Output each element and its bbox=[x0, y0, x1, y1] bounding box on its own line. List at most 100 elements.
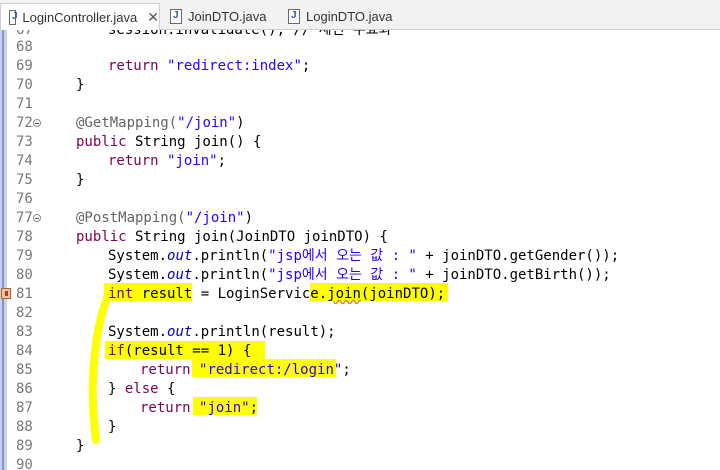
string-literal: "jsp에서 오는 값 : " bbox=[268, 267, 417, 283]
line-number: 82 bbox=[16, 305, 33, 321]
line-number: 79 bbox=[16, 248, 33, 264]
close-icon[interactable]: ✕ bbox=[147, 9, 159, 26]
tab-label: LoginController.java bbox=[22, 9, 138, 25]
code-text: } bbox=[76, 172, 85, 188]
code-token: { bbox=[158, 381, 176, 397]
code-line: 83 System.out.println(result); bbox=[0, 323, 720, 342]
annotation: @PostMapping( bbox=[76, 210, 186, 226]
code-token: ; bbox=[342, 362, 351, 378]
code-text: System.out.println(result); bbox=[108, 323, 336, 342]
code-text: return "redirect:index"; bbox=[108, 57, 310, 76]
code-text: } bbox=[76, 438, 85, 454]
code-token: result = LoginService. bbox=[133, 286, 328, 302]
tab-join-dto[interactable]: JoinDTO.java bbox=[162, 3, 280, 30]
line-number: 84 bbox=[16, 343, 33, 359]
code-token: System. bbox=[108, 267, 168, 283]
line-number: 76 bbox=[16, 191, 33, 207]
code-line: 80 System.out.println("jsp에서 오는 값 : " + … bbox=[0, 266, 720, 285]
static-field: out bbox=[167, 248, 193, 264]
fold-toggle-icon[interactable] bbox=[33, 119, 41, 127]
line-number: 78 bbox=[16, 229, 33, 245]
line-number: 69 bbox=[16, 58, 33, 74]
code-token: ) bbox=[236, 115, 245, 131]
code-line: 85 return "redirect:/login"; bbox=[0, 361, 720, 380]
string-literal: "join" bbox=[167, 153, 218, 169]
code-token: + joinDTO.getGender()); bbox=[416, 248, 620, 264]
code-text: } else { bbox=[108, 380, 175, 399]
keyword: public bbox=[76, 229, 127, 245]
code-line: 72 @GetMapping("/join") bbox=[0, 114, 720, 133]
code-text: System.out.println("jsp에서 오는 값 : " + joi… bbox=[108, 247, 619, 266]
code-line: 90 bbox=[0, 456, 720, 470]
code-token: System. bbox=[108, 248, 168, 264]
code-line: 74 return "join"; bbox=[0, 152, 720, 171]
string-literal: "/join" bbox=[185, 210, 245, 226]
keyword: return bbox=[140, 400, 191, 416]
code-text: public String join(JoinDTO joinDTO) { bbox=[76, 228, 388, 247]
editor-tab-bar: LoginController.java ✕ JoinDTO.java Logi… bbox=[0, 0, 720, 30]
line-number: 68 bbox=[16, 39, 33, 55]
code-line: 75 } bbox=[0, 171, 720, 190]
keyword: return bbox=[108, 153, 159, 169]
tab-login-dto[interactable]: LoginDTO.java bbox=[280, 3, 410, 30]
code-line: 79 System.out.println("jsp에서 오는 값 : " + … bbox=[0, 247, 720, 266]
code-token: String join(JoinDTO joinDTO) { bbox=[126, 229, 388, 245]
code-token: String join() { bbox=[126, 134, 262, 150]
static-field: out bbox=[167, 324, 193, 340]
code-token: + joinDTO.getBirth()); bbox=[416, 267, 611, 283]
code-line: 89 } bbox=[0, 437, 720, 456]
code-line: 69 return "redirect:index"; bbox=[0, 57, 720, 76]
code-token: } bbox=[108, 381, 125, 397]
code-text: return "join"; bbox=[140, 399, 258, 418]
code-token: ; bbox=[301, 58, 311, 74]
code-line: 86 } else { bbox=[0, 380, 720, 399]
code-token: (result == 1) { bbox=[124, 343, 252, 359]
fold-toggle-icon[interactable] bbox=[33, 214, 41, 222]
keyword: else bbox=[124, 381, 159, 397]
keyword: return bbox=[108, 58, 159, 74]
line-number: 89 bbox=[16, 438, 33, 454]
line-number: 83 bbox=[16, 324, 33, 340]
keyword: int bbox=[108, 286, 134, 302]
line-number: 73 bbox=[16, 134, 33, 150]
code-line: 87 return "join"; bbox=[0, 399, 720, 418]
code-text: } bbox=[108, 419, 117, 435]
java-file-icon bbox=[288, 9, 300, 24]
code-line: 70 } bbox=[0, 76, 720, 95]
code-text: int result = LoginService.join(joinDTO); bbox=[108, 285, 445, 304]
line-number: 85 bbox=[16, 362, 33, 378]
code-text: } bbox=[76, 77, 85, 93]
string-literal: "redirect:/login" bbox=[199, 362, 343, 378]
code-line: 77 @PostMapping("/join") bbox=[0, 209, 720, 228]
code-text: public String join() { bbox=[76, 133, 261, 152]
code-token: (joinDTO); bbox=[360, 286, 446, 302]
keyword: return bbox=[140, 362, 191, 378]
string-literal: "/join" bbox=[177, 115, 237, 131]
code-line: 81 int result = LoginService.join(joinDT… bbox=[0, 285, 720, 304]
line-number: 74 bbox=[16, 153, 33, 169]
code-token: ; bbox=[249, 400, 259, 416]
java-file-icon bbox=[9, 9, 18, 25]
keyword: if bbox=[108, 343, 125, 359]
code-token: ; bbox=[217, 153, 227, 169]
code-text: return "join"; bbox=[108, 152, 226, 171]
code-text: @PostMapping("/join") bbox=[76, 209, 253, 228]
tab-login-controller[interactable]: LoginController.java ✕ bbox=[0, 3, 160, 30]
line-number: 70 bbox=[16, 77, 33, 93]
code-line: 84 if(result == 1) { bbox=[0, 342, 720, 361]
java-file-icon bbox=[170, 9, 182, 24]
code-line: 88 } bbox=[0, 418, 720, 437]
line-number: 90 bbox=[16, 457, 33, 470]
code-line: 71 bbox=[0, 95, 720, 114]
line-number: 87 bbox=[16, 400, 33, 416]
code-token: ) bbox=[244, 210, 254, 226]
code-editor[interactable]: 67 session.invalidate(); // 세션 무효화 68 69… bbox=[0, 30, 720, 470]
error-marker-icon[interactable] bbox=[1, 288, 11, 299]
error-token: join bbox=[327, 286, 361, 302]
string-literal: "redirect:index" bbox=[167, 58, 302, 74]
code-line: 78 public String join(JoinDTO joinDTO) { bbox=[0, 228, 720, 247]
annotation: @GetMapping( bbox=[76, 115, 178, 131]
line-number: 81 bbox=[16, 286, 33, 302]
code-text: @GetMapping("/join") bbox=[76, 114, 245, 133]
code-text: if(result == 1) { bbox=[108, 342, 251, 361]
